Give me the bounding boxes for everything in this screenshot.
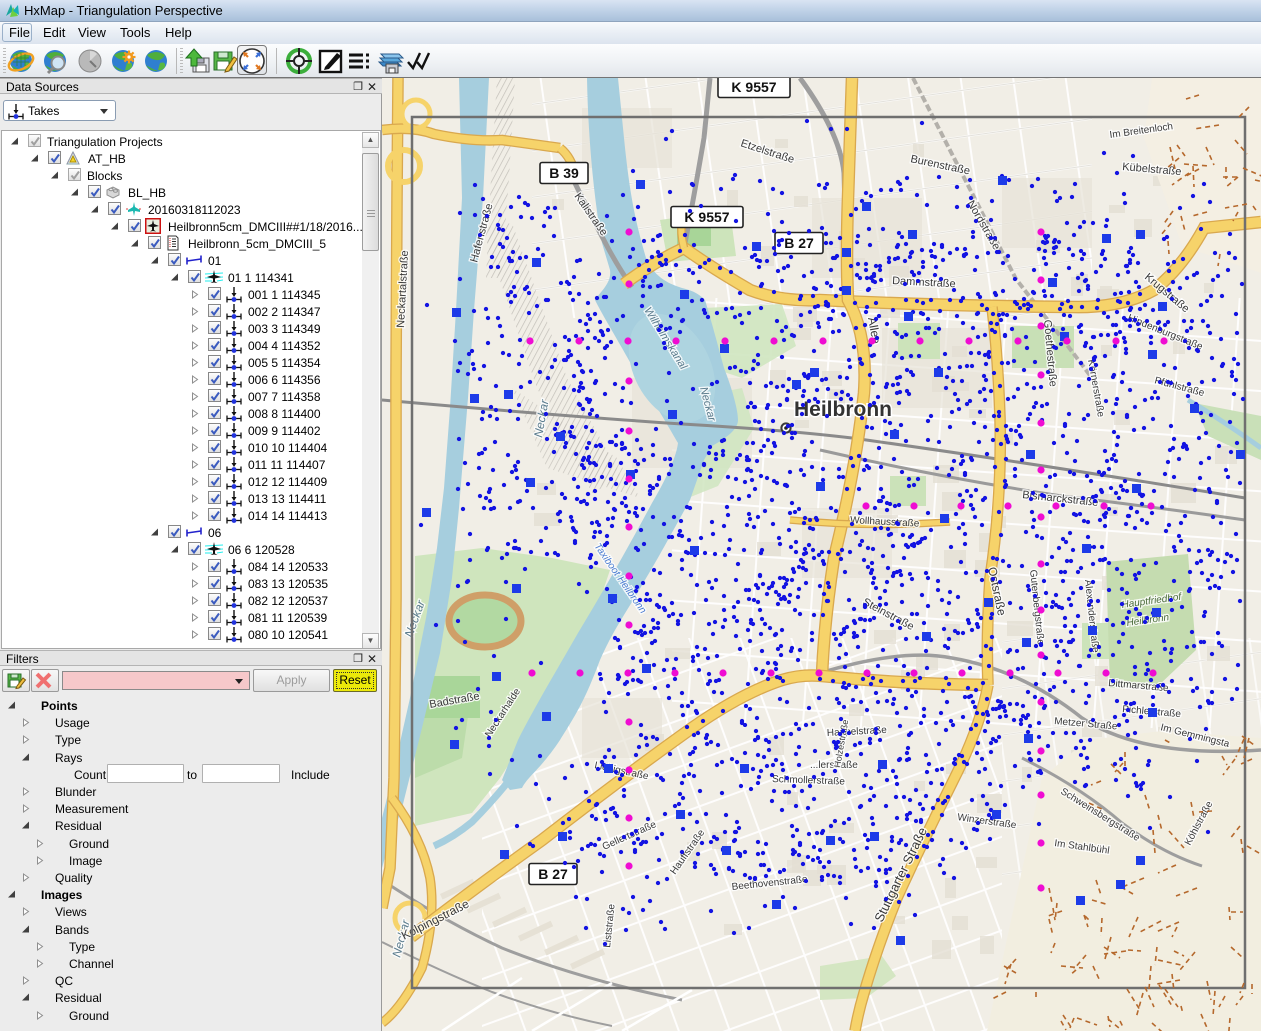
svg-text:B 27: B 27 <box>538 866 568 882</box>
svg-text:B 27: B 27 <box>784 235 814 251</box>
svg-text:K 9557: K 9557 <box>731 79 776 95</box>
svg-text:B 39: B 39 <box>549 165 579 181</box>
